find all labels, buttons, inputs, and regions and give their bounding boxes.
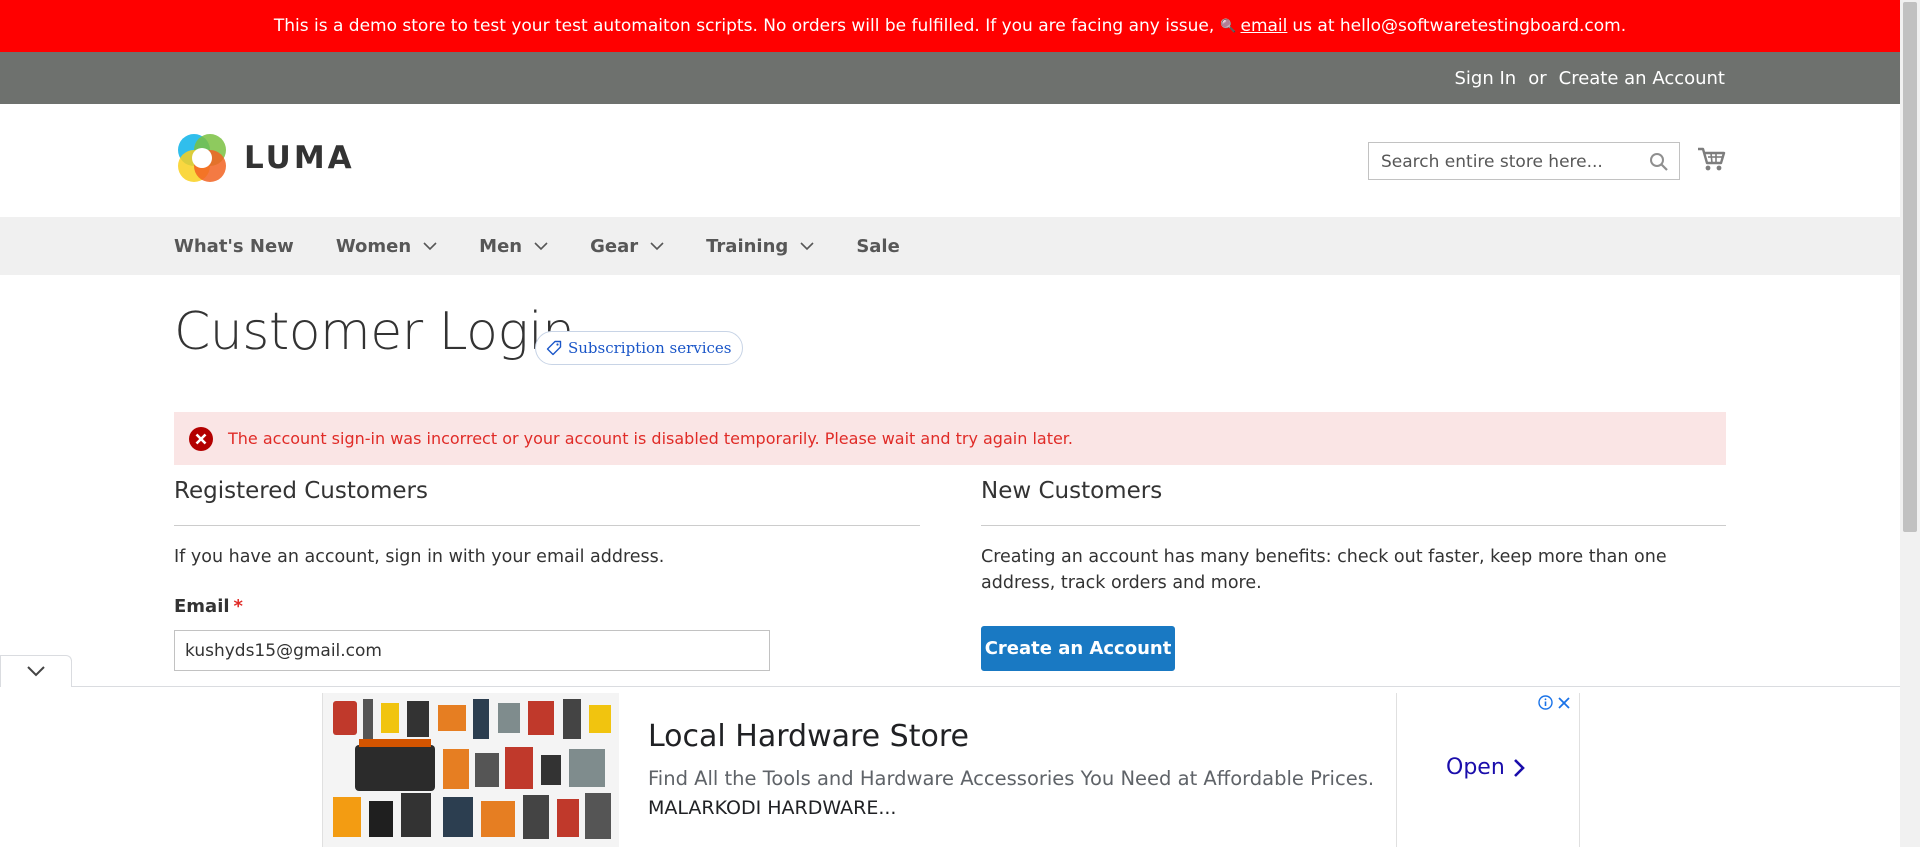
nav-item-women[interactable]: Women bbox=[336, 236, 437, 257]
new-customers-divider bbox=[981, 525, 1726, 526]
registered-divider bbox=[174, 525, 920, 526]
nav-item-whats-new[interactable]: What's New bbox=[174, 236, 294, 257]
email-label: Email * bbox=[174, 596, 243, 617]
nav-item-label: Men bbox=[479, 235, 523, 257]
search-input[interactable] bbox=[1379, 143, 1643, 181]
create-account-button[interactable]: Create an Account bbox=[981, 626, 1175, 671]
header-links-separator: or bbox=[1528, 67, 1547, 89]
ad-open-label: Open bbox=[1446, 755, 1505, 780]
scrollbar-thumb[interactable] bbox=[1903, 2, 1917, 532]
ad-open-button[interactable]: Open bbox=[1446, 755, 1525, 780]
nav-item-label: Training bbox=[706, 235, 789, 257]
nav-item-label: Gear bbox=[590, 235, 639, 257]
chevron-down-icon bbox=[534, 241, 548, 250]
nav-item-label: What's New bbox=[174, 235, 294, 257]
email-label-text: Email bbox=[174, 596, 230, 617]
create-account-link[interactable]: Create an Account bbox=[1559, 68, 1725, 89]
error-message-text: The account sign-in was incorrect or you… bbox=[228, 429, 1073, 448]
chevron-down-icon bbox=[650, 241, 664, 250]
ad-tools-image bbox=[323, 693, 619, 847]
shopping-cart-icon[interactable] bbox=[1696, 144, 1726, 178]
demo-notice-bar: This is a demo store to test your test a… bbox=[0, 0, 1900, 52]
ad-collapse-button[interactable] bbox=[0, 655, 72, 687]
subscription-services-label: Subscription services bbox=[568, 339, 732, 357]
nav-item-label: Sale bbox=[856, 235, 900, 257]
ad-description: Find All the Tools and Hardware Accessor… bbox=[648, 767, 1375, 790]
header-panel: Sign In or Create an Account bbox=[0, 52, 1900, 104]
required-mark: * bbox=[233, 596, 243, 617]
registered-customers-title: Registered Customers bbox=[174, 478, 428, 504]
ad-advertiser: MALARKODI HARDWARE... bbox=[648, 797, 897, 819]
chevron-down-icon bbox=[423, 241, 437, 250]
ad-title[interactable]: Local Hardware Store bbox=[648, 719, 969, 754]
search-box bbox=[1368, 142, 1680, 181]
new-customers-title: New Customers bbox=[981, 478, 1163, 504]
header-links: Sign In or Create an Account bbox=[1443, 52, 1726, 104]
ad-box[interactable]: Local Hardware Store Find All the Tools … bbox=[322, 693, 1580, 847]
nav-item-sale[interactable]: Sale bbox=[856, 236, 900, 257]
luma-logo-icon bbox=[178, 134, 226, 182]
luma-logo[interactable]: LUMA bbox=[174, 130, 355, 186]
page-scrollbar[interactable] bbox=[1900, 0, 1920, 847]
logo-text: LUMA bbox=[244, 140, 355, 176]
chevron-down-icon bbox=[800, 241, 814, 250]
page-title: Customer Login bbox=[174, 302, 575, 362]
registered-intro-text: If you have an account, sign in with you… bbox=[174, 547, 665, 567]
sign-in-link[interactable]: Sign In bbox=[1455, 68, 1517, 89]
error-message: The account sign-in was incorrect or you… bbox=[174, 412, 1726, 465]
email-field[interactable] bbox=[174, 630, 770, 671]
nav-item-training[interactable]: Training bbox=[706, 236, 814, 257]
nav-items: What's New Women Men Gear Training Sale bbox=[174, 217, 942, 275]
demo-email-link[interactable]: email bbox=[1241, 16, 1288, 36]
info-icon[interactable] bbox=[1538, 695, 1553, 710]
nav-item-gear[interactable]: Gear bbox=[590, 236, 664, 257]
chevron-right-icon bbox=[1513, 758, 1525, 777]
ad-divider bbox=[1396, 693, 1397, 847]
demo-notice-text: This is a demo store to test your test a… bbox=[273, 16, 1215, 36]
tag-icon bbox=[546, 340, 562, 356]
main-navigation: What's New Women Men Gear Training Sale bbox=[0, 217, 1900, 275]
close-icon[interactable] bbox=[1557, 696, 1571, 710]
new-customers-text: Creating an account has many benefits: c… bbox=[981, 547, 1667, 593]
nav-item-men[interactable]: Men bbox=[479, 236, 548, 257]
ad-choices[interactable] bbox=[1538, 695, 1571, 710]
nav-item-label: Women bbox=[335, 235, 412, 257]
demo-notice-text-after: us at hello@softwaretestingboard.com. bbox=[1292, 16, 1627, 36]
subscription-services-badge[interactable]: Subscription services bbox=[535, 331, 744, 365]
chevron-down-icon bbox=[27, 666, 45, 677]
magnifier-icon: 🔍 bbox=[1220, 18, 1237, 34]
error-icon bbox=[189, 426, 213, 451]
search-icon[interactable] bbox=[1649, 152, 1669, 176]
